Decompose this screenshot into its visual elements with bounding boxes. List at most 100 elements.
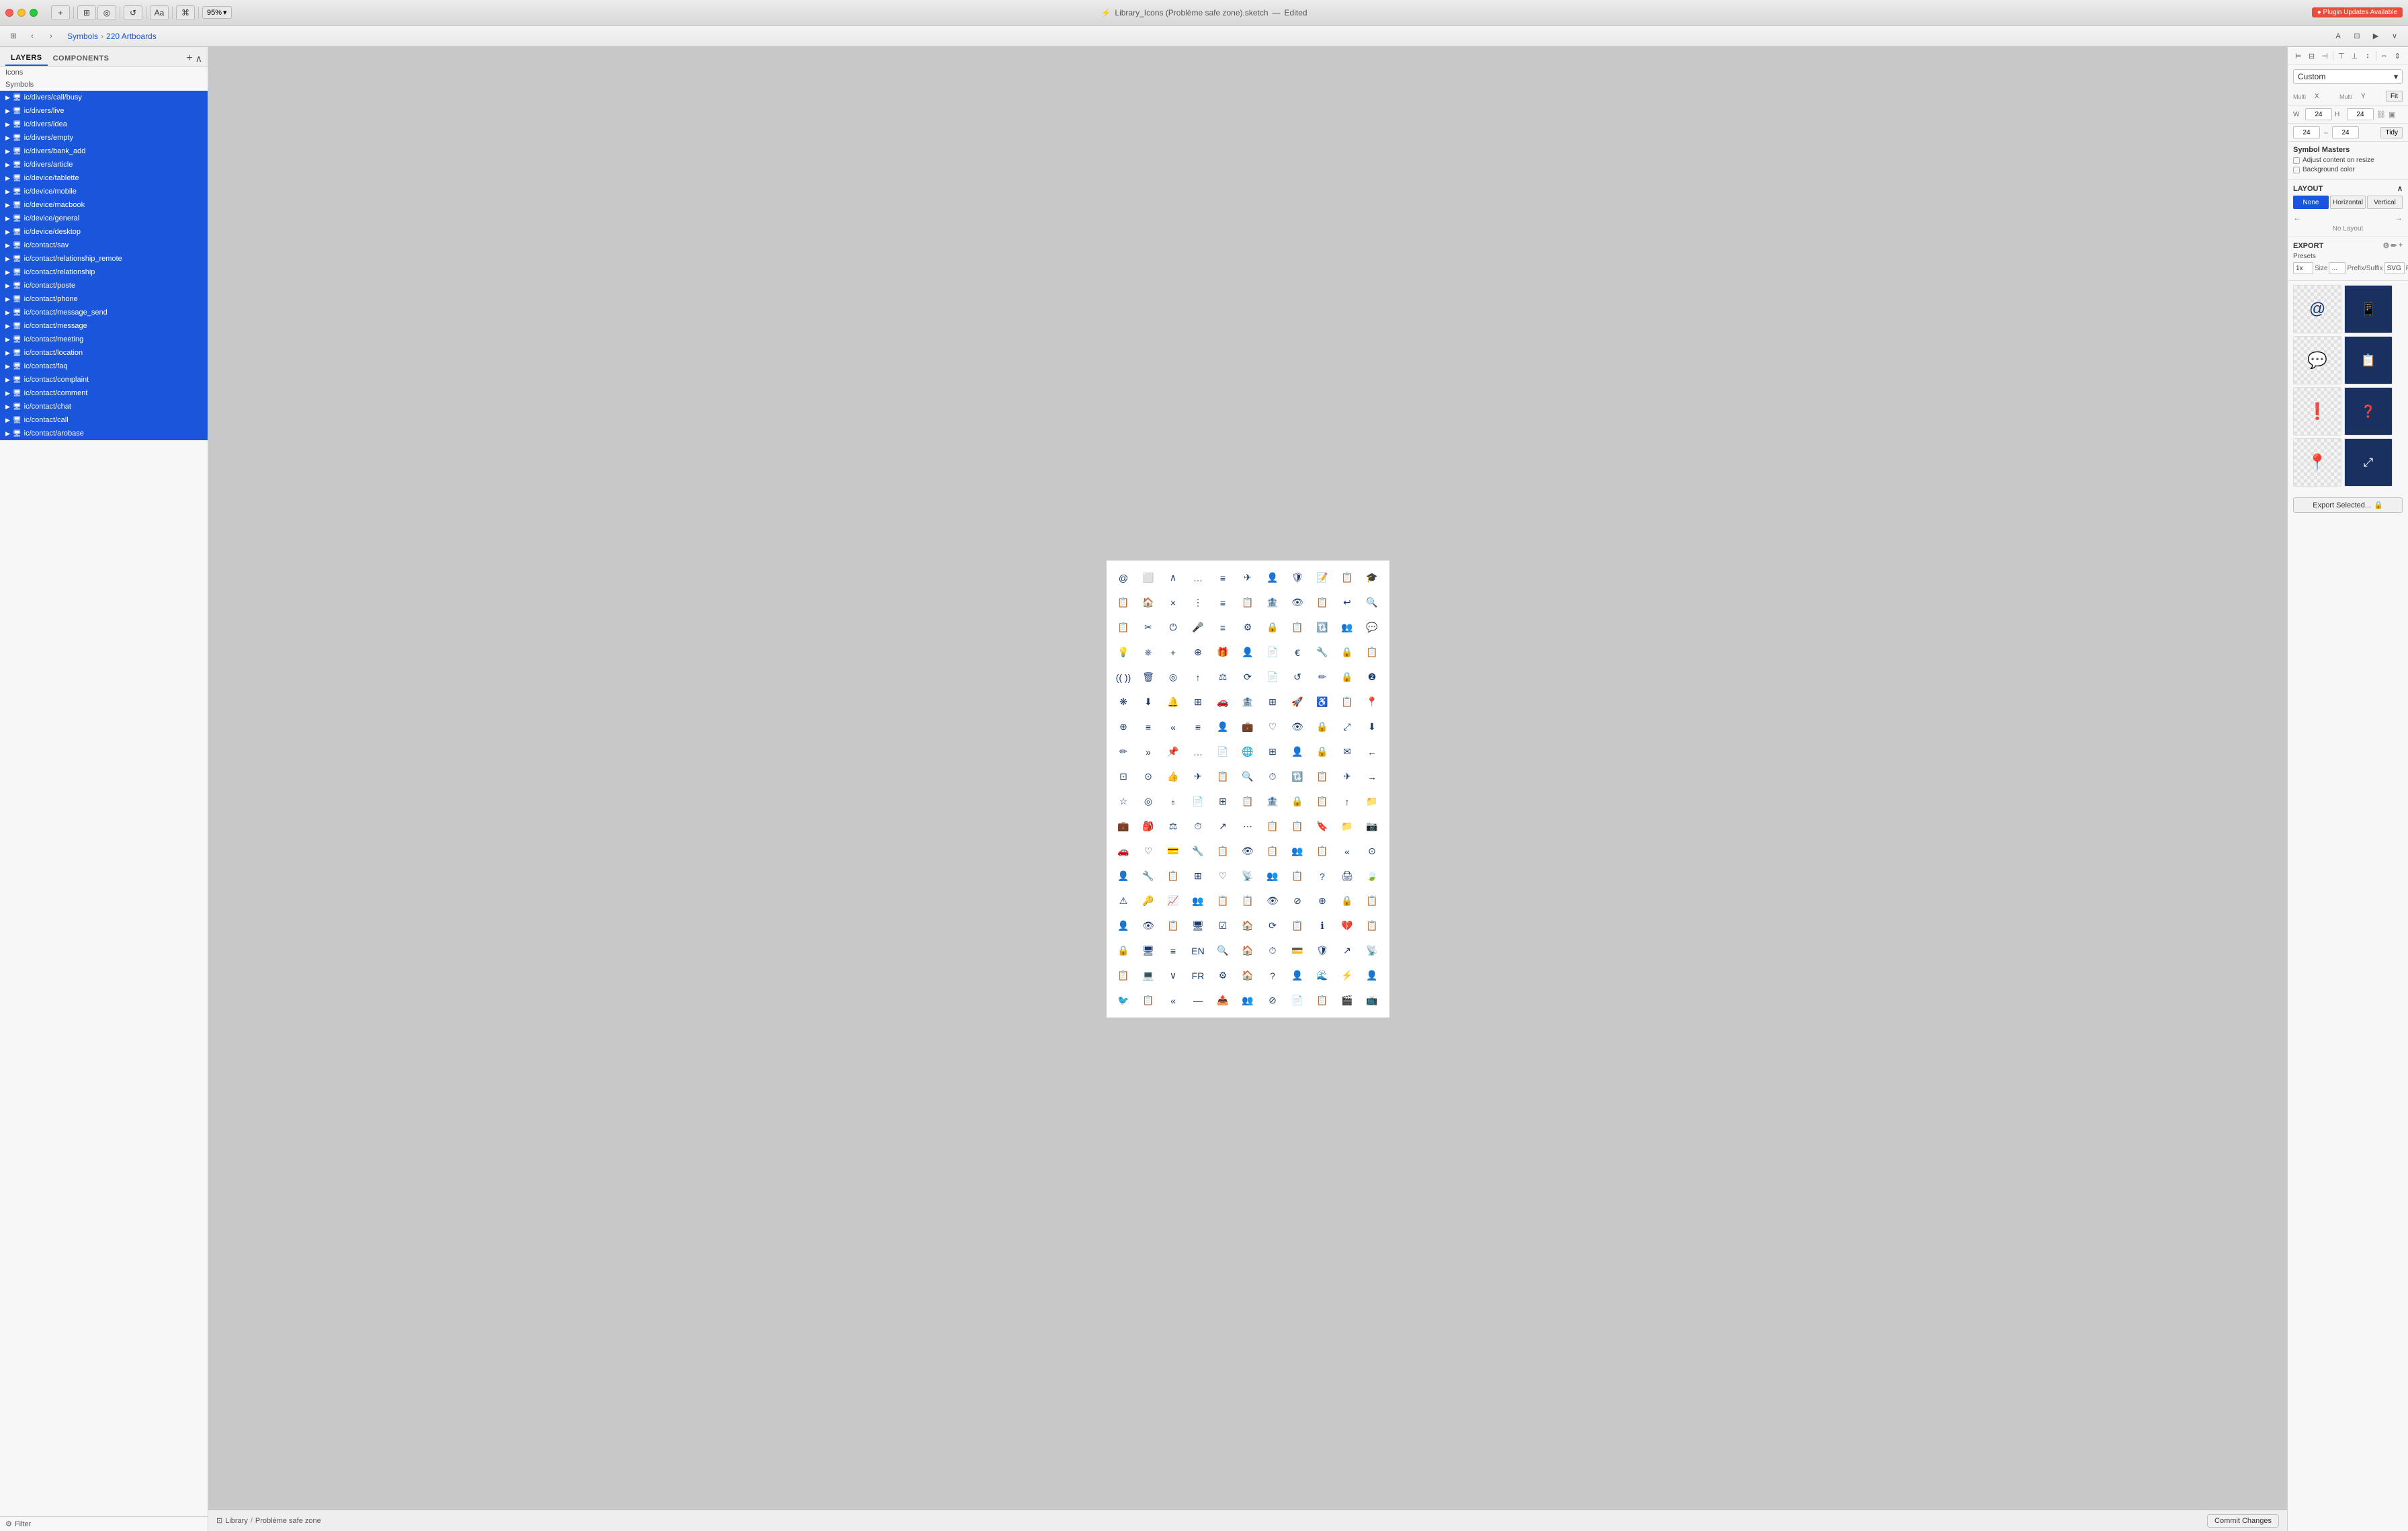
minimize-button[interactable] — [17, 9, 26, 17]
icon-cell[interactable]: ⚠ — [1112, 889, 1135, 913]
icon-cell[interactable]: ♡ — [1261, 715, 1285, 739]
icon-cell[interactable]: ✏ — [1112, 740, 1135, 763]
layer-item[interactable]: ▶ 🖥 ic/contact/sav — [0, 239, 208, 252]
icon-cell[interactable]: 👥 — [1236, 989, 1260, 1012]
layer-item[interactable]: ▶ 🖥 ic/contact/complaint — [0, 373, 208, 386]
next-artboard[interactable]: › — [43, 29, 59, 44]
icon-cell[interactable]: ≡ — [1162, 939, 1185, 962]
icon-cell[interactable]: 🔧 — [1137, 864, 1160, 888]
icon-cell[interactable]: ⬇ — [1137, 690, 1160, 714]
layer-item[interactable]: ▶ 🖥 ic/contact/relationship — [0, 265, 208, 279]
icon-cell[interactable]: 📋 — [1361, 914, 1384, 938]
icon-cell[interactable]: ⏱ — [1261, 939, 1285, 962]
layer-item[interactable]: ▶ 🖥 ic/contact/comment — [0, 386, 208, 400]
icon-cell[interactable]: ← — [1361, 740, 1384, 763]
icon-cell[interactable]: 📋 — [1336, 690, 1359, 714]
icon-cell[interactable]: 🎓 — [1361, 566, 1384, 589]
icon-cell[interactable]: 📡 — [1236, 864, 1260, 888]
zoom-control[interactable]: 95% ▾ — [202, 6, 232, 19]
background-color-checkbox[interactable] — [2293, 167, 2300, 173]
icon-cell[interactable]: 📋 — [1112, 591, 1135, 614]
layer-item[interactable]: ▶ 🖥 ic/device/macbook — [0, 198, 208, 212]
icon-cell[interactable]: ☆ — [1112, 790, 1135, 813]
icon-cell[interactable]: ⚙ — [1236, 616, 1260, 639]
icon-cell[interactable]: 🔍 — [1211, 939, 1235, 962]
icon-cell[interactable]: ⏱ — [1187, 815, 1210, 838]
icon-cell[interactable]: 📋 — [1311, 790, 1334, 813]
icon-cell[interactable]: ↑ — [1336, 790, 1359, 813]
icon-cell[interactable]: 🎬 — [1336, 989, 1359, 1012]
layout-chevron[interactable]: ∧ — [2397, 184, 2403, 193]
icon-cell[interactable]: 🔒 — [1311, 740, 1334, 763]
icon-cell[interactable]: EN — [1187, 939, 1210, 962]
icon-cell[interactable]: 👥 — [1261, 864, 1285, 888]
icon-cell[interactable]: 👁 — [1137, 914, 1160, 938]
play-button[interactable]: ▶ — [2368, 29, 2384, 44]
icon-cell[interactable]: € — [1286, 640, 1309, 664]
layer-item[interactable]: ▶ 🖥 ic/contact/faq — [0, 360, 208, 373]
icon-cell[interactable]: 📌 — [1162, 740, 1185, 763]
align-bottom-button[interactable]: ↕ — [2362, 50, 2373, 62]
icon-cell[interactable]: 🏦 — [1261, 790, 1285, 813]
icon-cell[interactable]: 📋 — [1211, 765, 1235, 788]
icon-cell[interactable]: 🛡 — [1286, 566, 1309, 589]
icon-cell[interactable]: 💬 — [1361, 616, 1384, 639]
icon-cell[interactable]: 🔍 — [1361, 591, 1384, 614]
icon-cell[interactable]: 📋 — [1311, 765, 1334, 788]
icon-cell[interactable]: 👁 — [1236, 839, 1260, 863]
icon-cell[interactable]: ♁ — [1162, 790, 1185, 813]
icon-cell[interactable]: ✂ — [1137, 616, 1160, 639]
icon-cell[interactable]: ♡ — [1211, 864, 1235, 888]
export-add-icon[interactable]: + — [2399, 241, 2403, 250]
icon-cell[interactable]: ♿ — [1311, 690, 1334, 714]
icon-cell[interactable]: 📋 — [1311, 989, 1334, 1012]
align-center-v-button[interactable]: ⊥ — [2350, 50, 2360, 62]
icon-cell[interactable]: 📄 — [1261, 640, 1285, 664]
icon-cell[interactable]: ⟳ — [1261, 914, 1285, 938]
collapse-button[interactable]: ∨ — [2386, 29, 2403, 44]
layer-item[interactable]: ▶ 🖥 ic/contact/message_send — [0, 306, 208, 319]
icon-cell[interactable]: 🖥 — [1137, 939, 1160, 962]
icon-cell[interactable]: 👥 — [1286, 839, 1309, 863]
icon-cell[interactable]: ⏱ — [1261, 765, 1285, 788]
icon-cell[interactable]: ☑ — [1211, 914, 1235, 938]
layer-section-symbols[interactable]: Symbols — [0, 79, 208, 91]
icon-cell[interactable]: 📁 — [1361, 790, 1384, 813]
align-left-button[interactable]: ⊨ — [2293, 50, 2304, 62]
icon-cell[interactable]: ≡ — [1211, 566, 1235, 589]
layout-vertical-button[interactable]: Vertical — [2367, 196, 2403, 209]
icon-cell[interactable]: 🚗 — [1211, 690, 1235, 714]
breadcrumb-symbols[interactable]: Symbols — [67, 32, 98, 41]
icon-cell[interactable]: ≡ — [1187, 715, 1210, 739]
icon-cell[interactable]: 📋 — [1162, 914, 1185, 938]
layer-item[interactable]: ▶ 🖥 ic/divers/empty — [0, 131, 208, 144]
icon-cell[interactable]: ⊞ — [1261, 690, 1285, 714]
icon-cell[interactable]: 📋 — [1112, 616, 1135, 639]
icon-cell[interactable]: ⬜ — [1137, 566, 1160, 589]
layer-item[interactable]: ▶ 🖥 ic/contact/call — [0, 413, 208, 427]
icon-cell[interactable]: ⚖ — [1162, 815, 1185, 838]
icon-cell[interactable]: 🔧 — [1311, 640, 1334, 664]
icon-cell[interactable]: » — [1137, 740, 1160, 763]
icon-cell[interactable]: 💻 — [1137, 964, 1160, 987]
icon-cell[interactable]: ⤢ — [1336, 715, 1359, 739]
layout-arrow-left[interactable]: ← — [2293, 213, 2301, 222]
icon-cell[interactable]: … — [1187, 566, 1210, 589]
tidy-button[interactable]: Tidy — [2380, 127, 2403, 138]
icon-cell[interactable]: ⊙ — [1137, 765, 1160, 788]
icon-cell[interactable]: 👤 — [1112, 864, 1135, 888]
layout-arrow-right[interactable]: → — [2395, 213, 2403, 222]
icon-cell[interactable]: ∧ — [1162, 566, 1185, 589]
icon-cell[interactable]: 📋 — [1162, 864, 1185, 888]
icon-cell[interactable]: 👥 — [1336, 616, 1359, 639]
icon-cell[interactable]: 🔒 — [1311, 715, 1334, 739]
layout-none-button[interactable]: None — [2293, 196, 2329, 209]
layer-item[interactable]: ▶ 🖥 ic/device/mobile — [0, 185, 208, 198]
icon-cell[interactable]: ✉ — [1336, 740, 1359, 763]
align-center-h-button[interactable]: ⊟ — [2307, 50, 2317, 62]
icon-cell[interactable]: ⬇ — [1361, 715, 1384, 739]
icon-cell[interactable]: 🔒 — [1336, 889, 1359, 913]
icon-cell[interactable]: ⊞ — [1187, 690, 1210, 714]
icon-cell[interactable]: 🛡 — [1311, 939, 1334, 962]
layer-item[interactable]: ▶ 🖥 ic/contact/message — [0, 319, 208, 333]
